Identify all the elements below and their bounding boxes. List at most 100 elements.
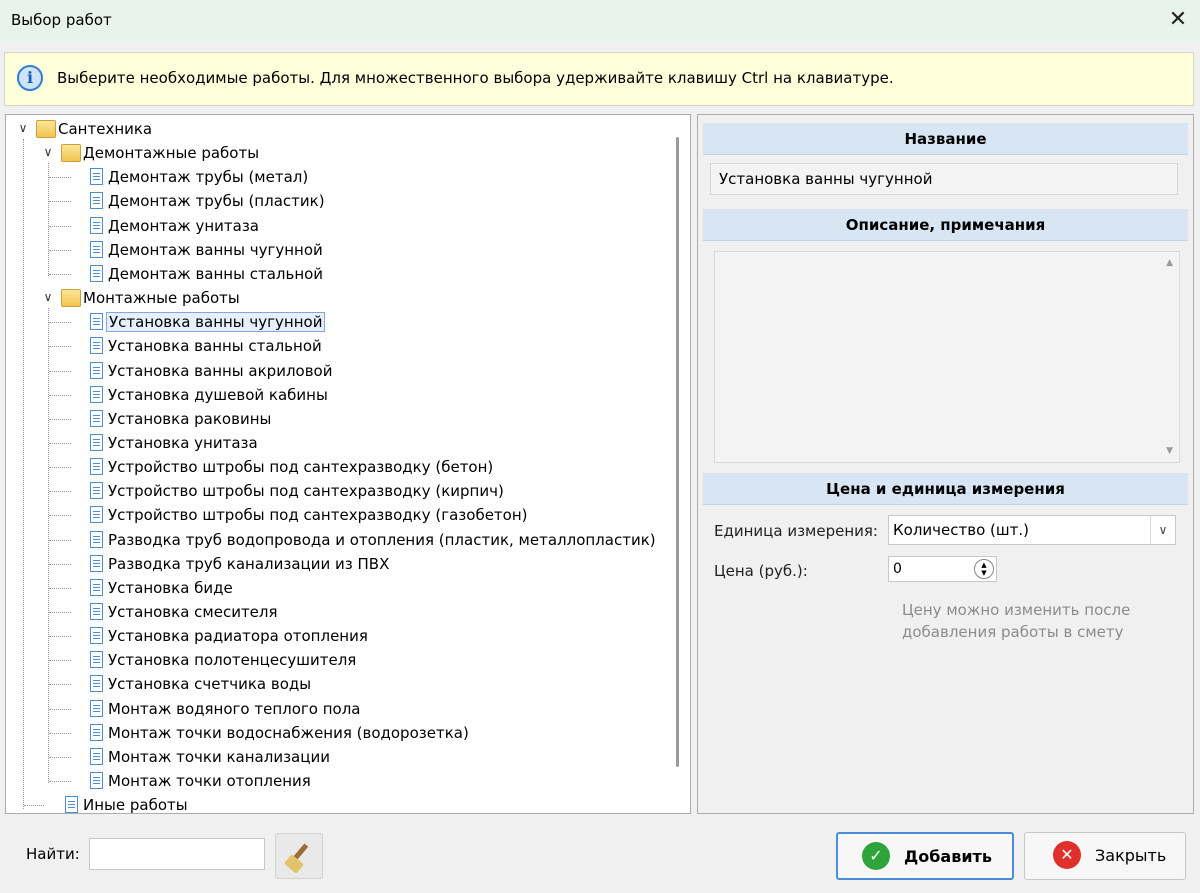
document-icon (90, 337, 103, 355)
tree-item-label: Демонтаж трубы (метал) (108, 168, 309, 187)
tree-item[interactable]: Установка ванны стальной (66, 336, 666, 358)
document-icon (90, 627, 103, 645)
info-bar: i Выберите необходимые работы. Для множе… (4, 52, 1194, 106)
add-button-label: Добавить (904, 847, 992, 866)
spin-arrows-icon[interactable]: ▲ ▼ (974, 559, 994, 579)
tree-item[interactable]: Демонтаж трубы (метал) (66, 167, 666, 189)
document-icon (90, 506, 103, 524)
price-hint-line-1: Цену можно изменить после (902, 601, 1131, 619)
document-icon (90, 603, 103, 620)
tree-item[interactable]: Демонтаж ванны чугунной (66, 240, 666, 262)
tree-item[interactable]: Установка биде (66, 578, 666, 600)
find-input[interactable] (89, 838, 265, 870)
add-button[interactable]: ✓ Добавить (836, 832, 1014, 880)
tree-item[interactable]: Монтаж точки отопления (66, 771, 666, 793)
tree-item[interactable]: Устройство штробы под сантехразводку (бе… (66, 457, 666, 479)
tree-item[interactable]: Разводка труб канализации из ПВХ (66, 554, 666, 576)
tree-folder[interactable]: ∨ Демонтажные работы (41, 143, 666, 165)
price-value: 0 (893, 561, 902, 577)
tree-item[interactable]: Установка ванны чугунной (66, 312, 666, 334)
tree-item-label: Монтаж водяного теплого пола (108, 699, 361, 718)
tree-connector (49, 370, 71, 372)
tree-connector (49, 612, 71, 613)
tree-item[interactable]: Установка раковины (66, 409, 666, 431)
tree-item-label: Установка унитаза (108, 433, 258, 452)
tree-item[interactable]: Установка унитаза (66, 433, 666, 455)
tree-item[interactable]: Демонтаж трубы (пластик) (66, 191, 666, 213)
tree-item[interactable]: Установка душевой кабины (66, 385, 666, 407)
tree-item[interactable]: Установка полотенцесушителя (66, 650, 666, 672)
price-stepper[interactable]: 0 ▲ ▼ (888, 556, 997, 582)
name-header: Название (703, 123, 1188, 155)
tree-folder[interactable]: ∨ Монтажные работы (41, 288, 666, 310)
chevron-down-icon[interactable]: ∨ (16, 121, 30, 135)
tree-connector (49, 273, 71, 275)
tree-item[interactable]: Монтаж точки канализации (66, 747, 666, 769)
unit-label: Единица измерения: (714, 522, 878, 540)
tree-item-label: Установка полотенцесушителя (108, 651, 357, 670)
tree-item[interactable]: Монтаж точки водоснабжения (водорозетка) (66, 723, 666, 745)
tree-item[interactable]: Устройство штробы под сантехразводку (ки… (66, 481, 666, 503)
close-icon[interactable]: ✕ (1167, 8, 1189, 32)
tree-item[interactable]: Демонтаж ванны стальной (66, 264, 666, 286)
tree-item-label: Разводка труб водопровода и отопления (п… (108, 530, 656, 549)
chevron-down-icon[interactable]: ∨ (1150, 516, 1175, 544)
tree-scrollbar[interactable] (676, 137, 679, 767)
tree-connector (49, 732, 71, 734)
document-icon (90, 313, 103, 331)
tree-item[interactable]: Установка смесителя (66, 602, 666, 624)
tree-connector (49, 442, 71, 444)
tree-item[interactable]: Разводка труб водопровода и отопления (п… (66, 530, 666, 552)
tree-item[interactable]: Установка ванны акриловой (66, 361, 666, 383)
document-icon (90, 192, 103, 210)
tree-connector (49, 467, 71, 469)
tree-connector (23, 139, 24, 810)
document-icon (90, 168, 103, 186)
name-field[interactable]: Установка ванны чугунной (710, 163, 1178, 195)
tree-connector (49, 563, 71, 565)
document-icon (90, 747, 103, 765)
document-icon (90, 240, 103, 258)
chevron-down-icon[interactable]: ∨ (41, 290, 55, 304)
info-message: Выберите необходимые работы. Для множест… (57, 69, 894, 87)
tree-item-label: Разводка труб канализации из ПВХ (108, 554, 390, 573)
details-panel: Название Установка ванны чугунной Описан… (697, 114, 1194, 814)
document-icon (90, 578, 103, 596)
scroll-down-icon[interactable]: ▼ (1166, 446, 1173, 456)
works-tree[interactable]: ∨ Сантехника ∨ Демонтажные работы Демонтаж т… (5, 114, 691, 814)
scroll-up-icon[interactable]: ▲ (1166, 258, 1173, 268)
close-button-label: Закрыть (1095, 846, 1167, 865)
tree-item-label: Установка ванны акриловой (108, 361, 333, 380)
tree-item-label: Иные работы (83, 796, 188, 814)
tree-item[interactable]: Установка счетчика воды (66, 674, 666, 696)
price-label: Цена (руб.): (714, 562, 808, 580)
find-label: Найти: (26, 845, 80, 863)
description-header: Описание, примечания (703, 209, 1188, 241)
close-button[interactable]: ✕ Закрыть (1024, 832, 1186, 880)
tree-item-label: Установка смесителя (108, 603, 278, 621)
document-icon (90, 554, 103, 572)
folder-icon (61, 144, 81, 163)
description-field[interactable]: ▲ ▼ (714, 251, 1180, 463)
chevron-down-icon[interactable]: ∨ (41, 145, 55, 159)
tree-item[interactable]: Демонтаж унитаза (66, 216, 666, 238)
tree-connector (49, 781, 71, 783)
tree-connector (49, 177, 71, 179)
tree-connector (49, 201, 71, 203)
tree-item-label: Установка душевой кабины (108, 385, 328, 404)
tree-item[interactable]: Установка радиатора отопления (66, 626, 666, 648)
document-icon (90, 530, 103, 548)
cross-icon: ✕ (1053, 841, 1081, 869)
tree-item-label: Монтаж точки водоснабжения (водорозетка) (108, 723, 469, 742)
tree-folder[interactable]: ∨ Сантехника (16, 119, 666, 141)
unit-select[interactable]: Количество (шт.) ∨ (888, 515, 1176, 545)
document-icon (90, 458, 103, 476)
tree-connector (49, 418, 71, 420)
tree-item[interactable]: Устройство штробы под сантехразводку (га… (66, 505, 666, 527)
document-icon (90, 651, 103, 669)
document-icon (90, 723, 103, 741)
tree-connector (49, 660, 71, 662)
tree-item[interactable]: Монтаж водяного теплого пола (66, 699, 666, 721)
clear-search-button[interactable] (275, 833, 323, 879)
tree-item[interactable]: Иные работы (41, 795, 666, 814)
